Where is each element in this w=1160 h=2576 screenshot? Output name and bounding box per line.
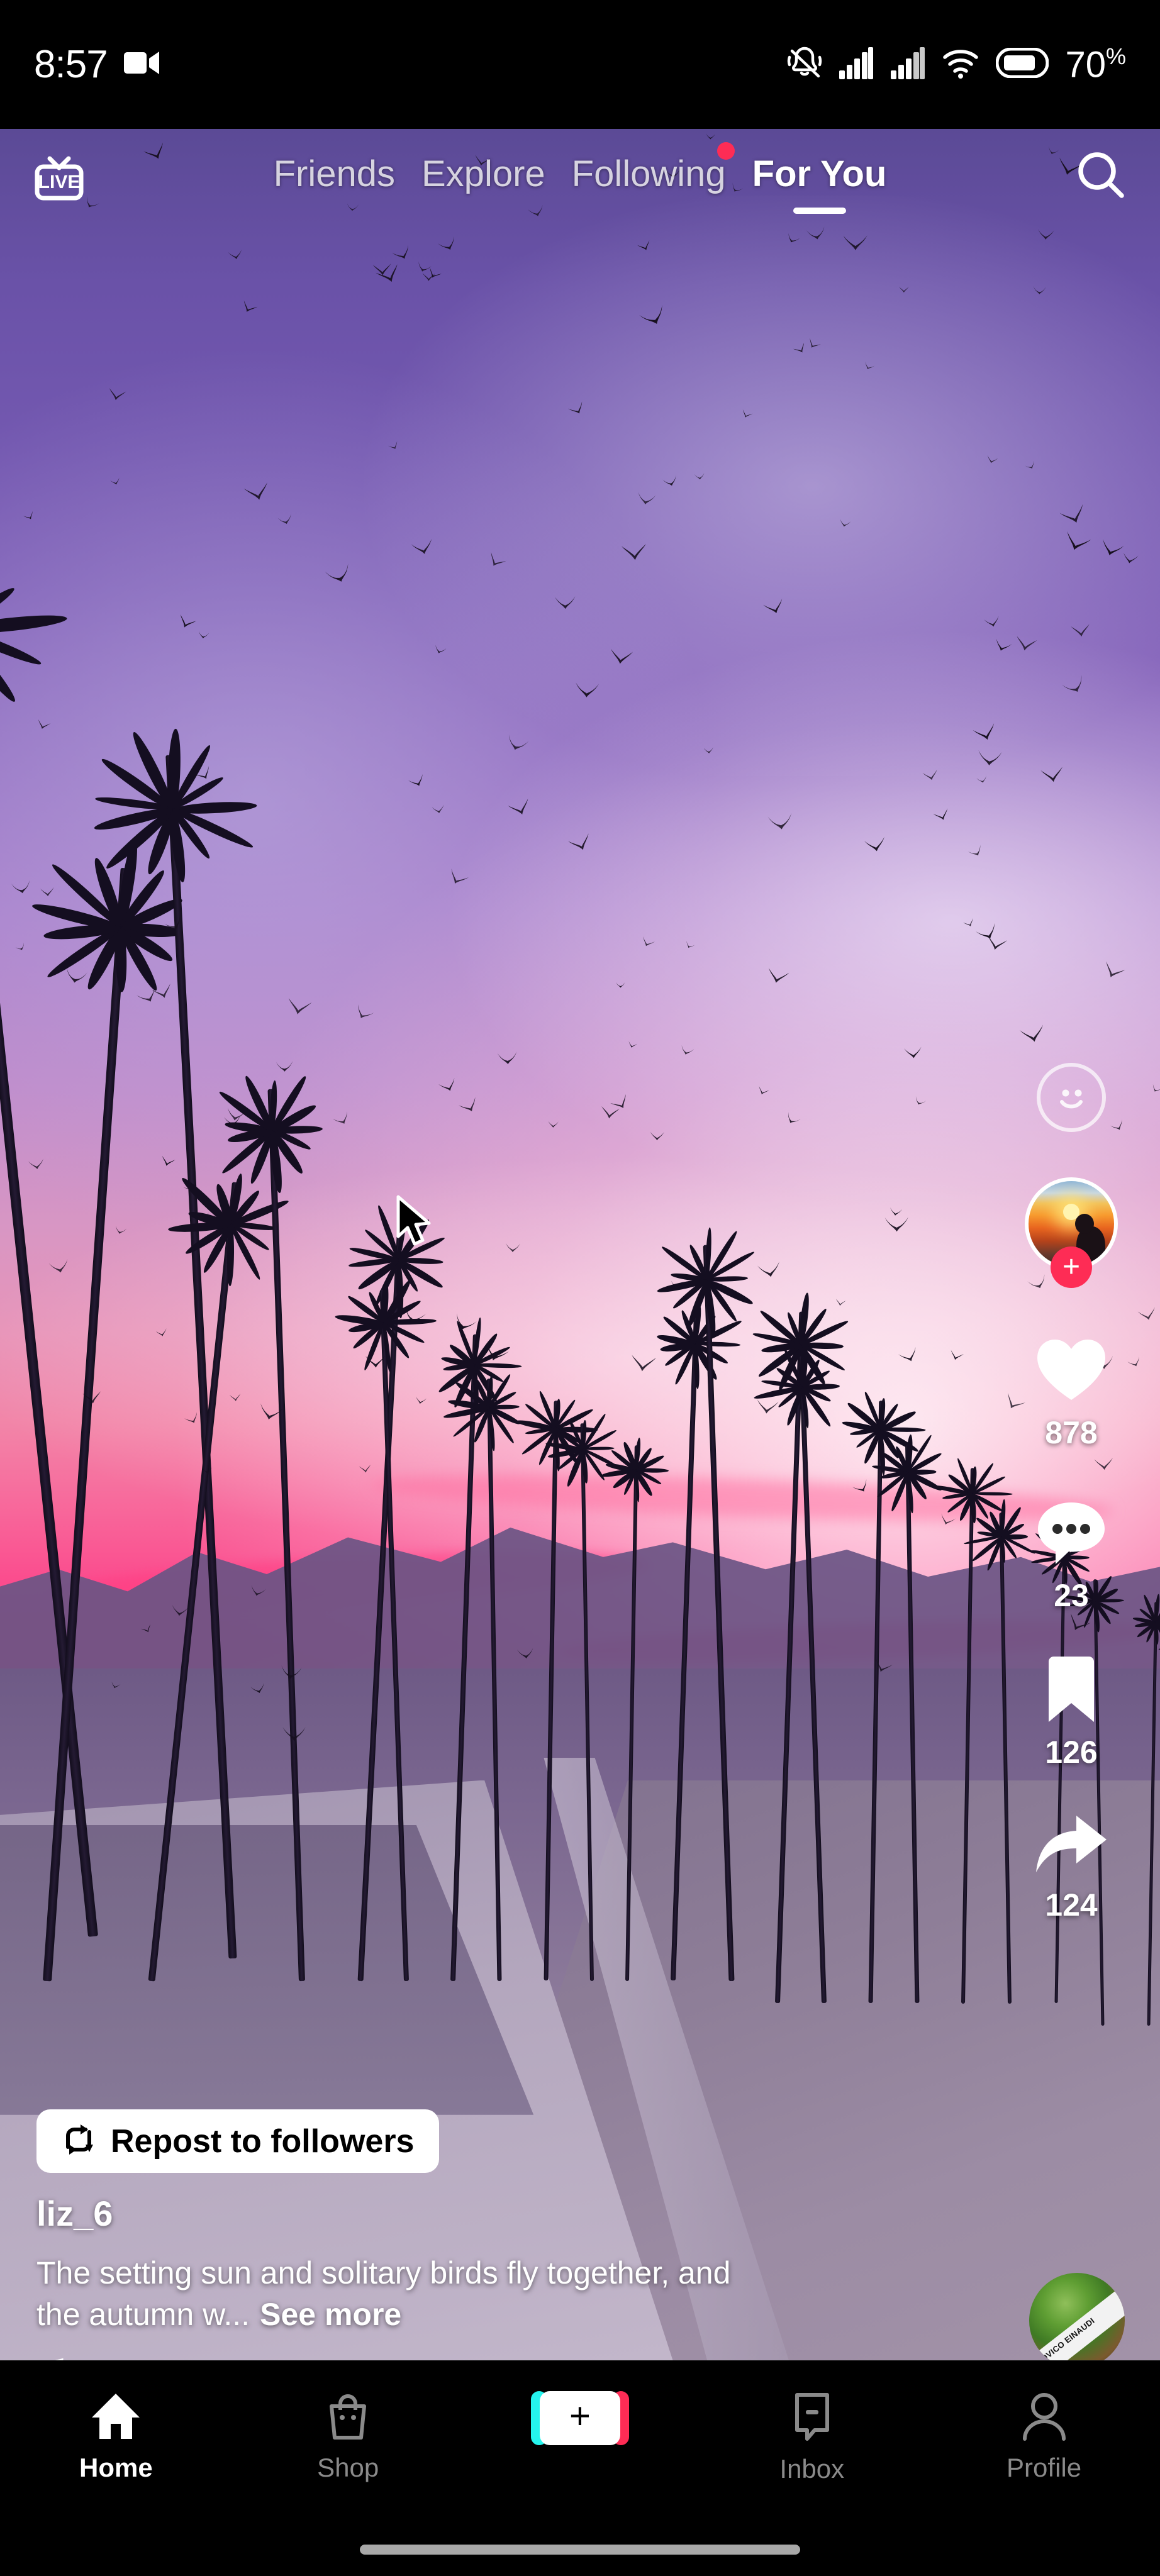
top-navigation: LIVE Friends Explore Following For You xyxy=(0,129,1160,223)
video-recording-icon xyxy=(124,50,160,79)
shop-bag-icon xyxy=(323,2391,373,2445)
tab-label: Friends xyxy=(274,153,395,194)
home-gesture-bar[interactable] xyxy=(360,2545,800,2555)
repost-icon xyxy=(62,2123,96,2159)
share-count: 124 xyxy=(1045,1889,1097,1921)
search-icon xyxy=(1074,148,1128,205)
signal-bars-2-icon xyxy=(890,47,925,82)
avatar-silhouette-head xyxy=(1075,1214,1094,1234)
palm-crown xyxy=(657,1243,757,1311)
palm-crown xyxy=(94,752,250,858)
bookmark-button[interactable]: 126 xyxy=(1041,1655,1101,1768)
feed-tabs: Friends Explore Following For You xyxy=(89,156,1071,196)
creator-avatar-button[interactable]: + xyxy=(1025,1177,1118,1270)
silent-bell-icon xyxy=(787,45,822,84)
tab-for-you[interactable]: For You xyxy=(752,156,887,196)
wifi-icon xyxy=(942,47,979,82)
tab-label: Following xyxy=(572,153,726,194)
live-button[interactable]: LIVE xyxy=(29,146,89,206)
tab-following[interactable]: Following xyxy=(572,156,726,196)
bookmark-count: 126 xyxy=(1045,1736,1097,1768)
nav-item-shop[interactable]: Shop xyxy=(232,2391,464,2481)
palm-crown xyxy=(213,1087,332,1166)
signal-bars-icon xyxy=(839,47,874,82)
tab-label: For You xyxy=(752,153,887,194)
see-more-button[interactable]: See more xyxy=(260,2297,401,2332)
video-player[interactable] xyxy=(0,129,1160,2360)
tab-explore[interactable]: Explore xyxy=(421,156,545,196)
repost-label: Repost to followers xyxy=(111,2125,414,2158)
share-arrow-icon xyxy=(1032,1812,1110,1880)
nav-item-home[interactable]: Home xyxy=(0,2391,232,2481)
album-art-disc[interactable]: LUDOVICO EINAUDI xyxy=(1029,2273,1125,2368)
comment-count: 23 xyxy=(1054,1580,1089,1611)
like-button[interactable]: 878 xyxy=(1034,1336,1109,1448)
bottom-navigation: Home Shop + Inbox Profile xyxy=(0,2360,1160,2576)
comment-button[interactable]: 23 xyxy=(1034,1497,1108,1611)
nav-label: Shop xyxy=(317,2455,379,2481)
nav-item-profile[interactable]: Profile xyxy=(928,2391,1160,2481)
follow-plus-icon: + xyxy=(1062,1252,1080,1282)
status-time: 8:57 xyxy=(34,45,108,84)
nav-label: Inbox xyxy=(779,2456,844,2482)
like-count: 878 xyxy=(1045,1417,1097,1448)
action-rail: + 878 23 126 124 xyxy=(1005,1063,1137,1921)
palm-frond xyxy=(0,626,20,706)
profile-person-icon xyxy=(1020,2391,1069,2445)
home-icon xyxy=(89,2391,142,2445)
palm-crown xyxy=(346,1221,450,1292)
reaction-button[interactable] xyxy=(1037,1063,1106,1132)
search-button[interactable] xyxy=(1071,146,1131,206)
nav-item-create[interactable]: + xyxy=(464,2391,696,2445)
post-meta: Repost to followers liz_6 The setting su… xyxy=(0,2109,780,2394)
share-button[interactable]: 124 xyxy=(1032,1812,1110,1921)
emoji-reaction-icon xyxy=(1049,1074,1093,1121)
heart-icon xyxy=(1034,1336,1109,1408)
nav-label: Home xyxy=(79,2455,153,2481)
tiktok-app-screen: 8:57 70% LIVE Friends Explore Following … xyxy=(0,0,1160,2576)
create-button[interactable]: + xyxy=(540,2391,620,2445)
repost-button[interactable]: Repost to followers xyxy=(36,2109,439,2173)
post-caption[interactable]: The setting sun and solitary birds fly t… xyxy=(36,2252,780,2335)
palm-crown xyxy=(935,1467,1008,1516)
battery-icon xyxy=(996,48,1049,81)
nav-item-inbox[interactable]: Inbox xyxy=(696,2391,928,2482)
battery-percent: 70% xyxy=(1065,45,1126,83)
notification-dot-icon xyxy=(717,142,735,160)
comment-bubble-icon xyxy=(1034,1497,1108,1571)
tab-label: Explore xyxy=(421,153,545,194)
inbox-icon xyxy=(788,2391,836,2446)
bookmark-icon xyxy=(1041,1655,1101,1728)
follow-button[interactable]: + xyxy=(1051,1246,1092,1288)
tab-friends[interactable]: Friends xyxy=(274,156,395,196)
creator-username[interactable]: liz_6 xyxy=(36,2194,780,2233)
create-plus-icon: + xyxy=(569,2398,591,2434)
nav-label: Profile xyxy=(1007,2455,1081,2481)
svg-text:LIVE: LIVE xyxy=(38,172,81,192)
active-tab-underline xyxy=(793,208,846,214)
status-bar: 8:57 70% xyxy=(0,0,1160,129)
